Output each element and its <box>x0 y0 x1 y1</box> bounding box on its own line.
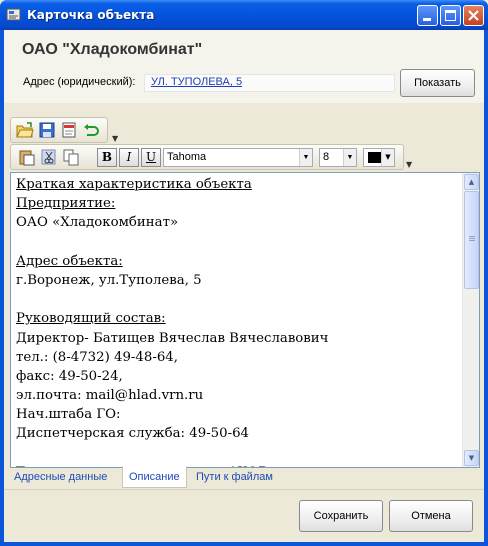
window-title: Карточка объекта <box>27 8 155 22</box>
undo-icon <box>84 124 99 136</box>
tab-address-data[interactable]: Адресные данные <box>8 468 113 488</box>
document-line: Предприятие: <box>16 196 116 212</box>
document-line: Адрес объекта: <box>16 253 123 269</box>
scroll-down-button[interactable]: ▼ <box>464 450 479 466</box>
save-icon <box>39 122 55 138</box>
thumb-grip <box>469 236 475 237</box>
italic-button[interactable]: I <box>119 148 139 167</box>
save-button[interactable]: Сохранить <box>299 500 383 532</box>
close-button[interactable] <box>463 5 484 26</box>
file-toolbar <box>10 117 108 143</box>
font-size-select[interactable]: 8 ▼ <box>319 148 357 167</box>
open-folder-icon <box>16 122 34 138</box>
address-label: Адрес (юридический): <box>23 76 136 88</box>
description-text-area[interactable]: Краткая характеристика объекта Предприяти… <box>10 172 480 468</box>
tab-strip: Адресные данные Описание Пути к файлам <box>4 466 484 488</box>
close-icon <box>468 10 479 21</box>
header-panel: ОАО "Хладокомбинат" Адрес (юридический):… <box>4 30 484 103</box>
tab-description[interactable]: Описание <box>122 466 187 488</box>
document-line: г.Воронеж, ул.Туполева, 5 <box>16 272 202 288</box>
thumb-grip <box>469 240 475 241</box>
text-color-swatch <box>368 152 381 163</box>
organization-title: ОАО "Хладокомбинат" <box>22 41 203 58</box>
document-line: тел.: (8-4732) 49-48-64, <box>16 349 178 365</box>
format-toolbar: B I U Tahoma ▼ 8 ▼ ▼ <box>10 144 404 170</box>
vertical-scrollbar[interactable]: ▲ ▼ <box>462 173 479 467</box>
chevron-down-icon[interactable]: ▼ <box>299 149 312 166</box>
copy-button[interactable] <box>61 147 81 167</box>
document-line: Краткая характеристика объекта <box>16 177 252 192</box>
document-body[interactable]: Краткая характеристика объекта Предприяти… <box>16 175 466 467</box>
toolbar-overflow-chevron-icon[interactable]: ▼ <box>112 134 120 144</box>
document-line: ОАО «Хладокомбинат» <box>16 215 179 231</box>
paste-icon <box>19 150 35 166</box>
cut-button[interactable] <box>39 147 59 167</box>
app-icon <box>6 7 22 22</box>
tab-file-paths[interactable]: Пути к файлам <box>190 468 279 488</box>
divider <box>4 489 484 490</box>
new-document-button[interactable] <box>59 120 79 140</box>
address-link[interactable]: УЛ. ТУПОЛЕВА, 5 <box>144 74 395 92</box>
rich-text-editor: ▼ B I U Tahoma ▼ 8 ▼ ▼ ▼ Краткая характе… <box>8 114 480 472</box>
cancel-button[interactable]: Отмена <box>389 500 473 532</box>
undo-button[interactable] <box>81 120 101 140</box>
font-size-value: 8 <box>323 151 330 163</box>
chevron-down-icon[interactable]: ▼ <box>381 149 394 166</box>
minimize-icon <box>423 18 431 21</box>
minimize-button[interactable] <box>417 5 438 26</box>
text-color-picker[interactable]: ▼ <box>363 148 395 167</box>
title-bar[interactable]: Карточка объекта <box>0 0 488 30</box>
document-line: факс: 49-50-24, <box>16 368 123 384</box>
copy-icon <box>63 149 79 166</box>
scroll-up-button[interactable]: ▲ <box>464 174 479 190</box>
new-document-icon <box>62 122 76 138</box>
object-card-window: Карточка объекта ОАО "Хладокомбинат" Адр… <box>0 0 488 546</box>
open-button[interactable] <box>15 120 35 140</box>
document-line: Директор- Батищев Вячеслав Вячеславович <box>16 330 329 346</box>
document-line: Руководящий состав: <box>16 311 166 327</box>
bold-button[interactable]: B <box>97 148 117 167</box>
thumb-grip <box>469 238 475 239</box>
format-toolbar-overflow-chevron-icon[interactable]: ▼ <box>406 160 414 170</box>
chevron-down-icon[interactable]: ▼ <box>343 149 356 166</box>
cut-icon <box>41 149 56 165</box>
underline-button[interactable]: U <box>141 148 161 167</box>
font-name-select[interactable]: Tahoma ▼ <box>163 148 313 167</box>
maximize-icon <box>445 10 456 21</box>
document-line: эл.почта: mail@hlad.vrn.ru <box>16 388 204 404</box>
paste-button[interactable] <box>17 147 37 167</box>
document-line: Нач.штаба ГО: <box>16 407 121 423</box>
font-name-value: Tahoma <box>167 151 207 163</box>
document-line: Диспетчерская служба: 49-50-64 <box>16 426 250 442</box>
scroll-thumb[interactable] <box>464 191 479 289</box>
maximize-button[interactable] <box>440 5 461 26</box>
show-address-button[interactable]: Показать <box>400 69 475 97</box>
save-tool-button[interactable] <box>37 120 57 140</box>
window-client: ОАО "Хладокомбинат" Адрес (юридический):… <box>4 30 484 542</box>
